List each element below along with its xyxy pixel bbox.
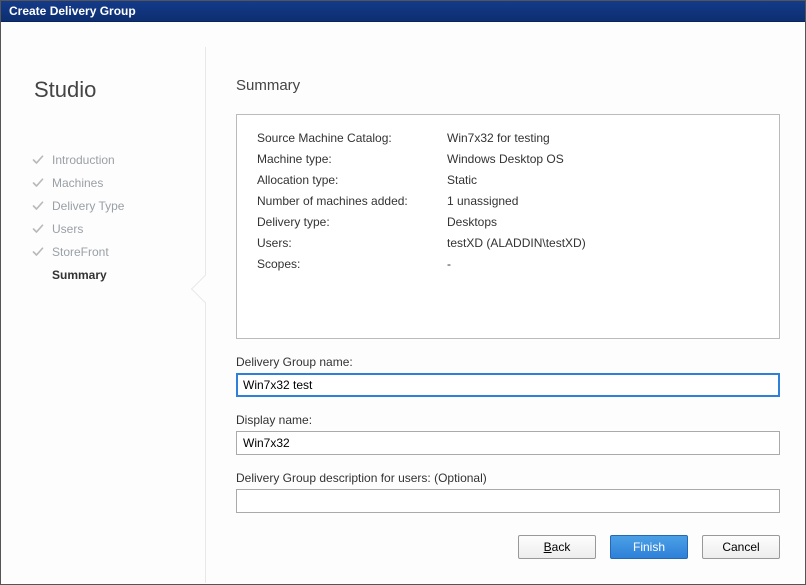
titlebar: Create Delivery Group xyxy=(1,1,805,22)
wizard-step-introduction[interactable]: Introduction xyxy=(32,153,195,167)
summary-row: Allocation type:Static xyxy=(257,173,759,187)
finish-button[interactable]: Finish xyxy=(610,535,688,559)
summary-value: testXD (ALADDIN\testXD) xyxy=(447,236,759,250)
wizard-step-storefront[interactable]: StoreFront xyxy=(32,245,195,259)
summary-label: Scopes: xyxy=(257,257,447,271)
summary-row: Scopes:- xyxy=(257,257,759,271)
wizard-step-label: Delivery Type xyxy=(52,199,124,213)
wizard-step-label: StoreFront xyxy=(52,245,109,259)
display-name-input[interactable] xyxy=(236,431,780,455)
group-name-label: Delivery Group name: xyxy=(236,355,780,369)
summary-row: Number of machines added:1 unassigned xyxy=(257,194,759,208)
summary-row: Source Machine Catalog:Win7x32 for testi… xyxy=(257,131,759,145)
wizard-step-delivery-type[interactable]: Delivery Type xyxy=(32,199,195,213)
main-panel: Summary Source Machine Catalog:Win7x32 f… xyxy=(206,47,780,583)
wizard-steps: Introduction Machines Delivery Type Users St… xyxy=(26,153,195,282)
wizard-step-users[interactable]: Users xyxy=(32,222,195,236)
summary-row: Machine type:Windows Desktop OS xyxy=(257,152,759,166)
summary-value: 1 unassigned xyxy=(447,194,759,208)
sidebar: Studio Introduction Machines Delivery Type… xyxy=(26,47,206,583)
summary-label: Delivery type: xyxy=(257,215,447,229)
summary-label: Machine type: xyxy=(257,152,447,166)
cancel-button[interactable]: Cancel xyxy=(702,535,780,559)
summary-value: Windows Desktop OS xyxy=(447,152,759,166)
summary-label: Source Machine Catalog: xyxy=(257,131,447,145)
button-row: Back Finish Cancel xyxy=(236,513,780,577)
wizard-step-label: Machines xyxy=(52,176,103,190)
summary-value: Win7x32 for testing xyxy=(447,131,759,145)
wizard-step-summary[interactable]: Summary xyxy=(32,268,195,282)
summary-row: Delivery type:Desktops xyxy=(257,215,759,229)
window-title: Create Delivery Group xyxy=(9,4,136,18)
content: Studio Introduction Machines Delivery Type… xyxy=(1,22,805,583)
summary-label: Users: xyxy=(257,236,447,250)
group-name-input[interactable] xyxy=(236,373,780,397)
summary-label: Number of machines added: xyxy=(257,194,447,208)
summary-value: Static xyxy=(447,173,759,187)
summary-box: Source Machine Catalog:Win7x32 for testi… xyxy=(236,114,780,339)
sidebar-title: Studio xyxy=(34,77,195,103)
display-name-label: Display name: xyxy=(236,413,780,427)
summary-label: Allocation type: xyxy=(257,173,447,187)
summary-value: Desktops xyxy=(447,215,759,229)
wizard-step-machines[interactable]: Machines xyxy=(32,176,195,190)
description-label: Delivery Group description for users: (O… xyxy=(236,471,780,485)
wizard-step-label: Users xyxy=(52,222,83,236)
wizard-step-label: Introduction xyxy=(52,153,115,167)
summary-value: - xyxy=(447,257,759,271)
wizard-step-label: Summary xyxy=(52,268,107,282)
page-title: Summary xyxy=(236,77,780,94)
description-input[interactable] xyxy=(236,489,780,513)
back-button[interactable]: Back xyxy=(518,535,596,559)
summary-row: Users:testXD (ALADDIN\testXD) xyxy=(257,236,759,250)
